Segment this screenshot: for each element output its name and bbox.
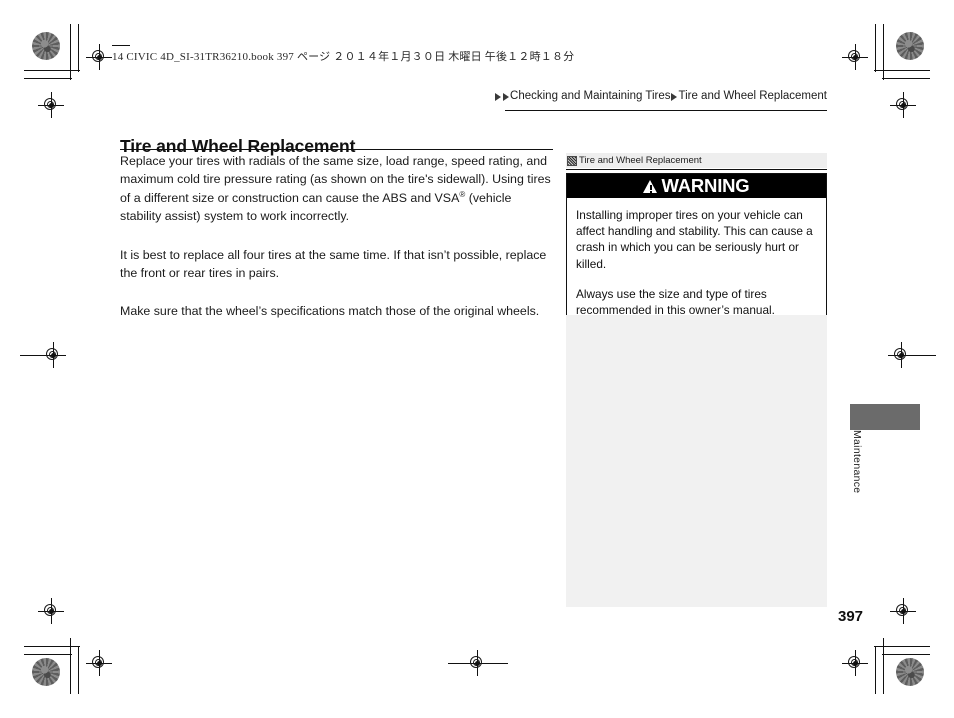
registration-target-right-mid xyxy=(888,342,914,368)
crop-line-tl-v1 xyxy=(70,24,71,80)
print-header-rule xyxy=(112,45,130,46)
crop-line-tl-h2 xyxy=(24,78,72,79)
crop-line-bl-h1 xyxy=(24,646,80,647)
body-paragraph-3: Make sure that the wheel’s specification… xyxy=(120,304,540,319)
sidebar-section-rule xyxy=(566,169,827,170)
crop-line-bl-v1 xyxy=(70,638,71,694)
registration-target-bottom-center xyxy=(464,650,490,676)
crop-line-tr-h1 xyxy=(874,70,930,71)
halftone-dot-top-left xyxy=(32,32,60,60)
crop-line-tr-v2 xyxy=(875,24,876,72)
breadcrumb-rule xyxy=(505,110,827,111)
warning-paragraph-1: Installing improper tires on your vehicl… xyxy=(576,208,813,271)
triangle-right-icon xyxy=(495,92,502,101)
crop-line-tl-v2 xyxy=(78,24,79,72)
body-paragraph-1: Replace your tires with radials of the s… xyxy=(120,152,552,226)
warning-banner: WARNING xyxy=(567,174,826,198)
warning-title: WARNING xyxy=(661,174,750,196)
registration-target-bottom-left xyxy=(86,650,112,676)
registration-target-right-upper xyxy=(890,92,916,118)
body-column: Replace your tires with radials of the s… xyxy=(120,152,552,321)
crop-line-bc-left xyxy=(448,663,468,664)
sidebar-filler-panel xyxy=(566,315,827,607)
page-title-rule xyxy=(120,149,553,150)
crop-line-bc-right xyxy=(488,663,508,664)
registration-target-left-mid xyxy=(40,342,66,368)
halftone-dot-bottom-right xyxy=(896,658,924,686)
body-paragraph-2: It is best to replace all four tires at … xyxy=(120,247,547,281)
section-edge-tab xyxy=(850,404,920,430)
crop-line-left-mid xyxy=(20,355,44,356)
halftone-dot-top-right xyxy=(896,32,924,60)
breadcrumb-item-current[interactable]: Tire and Wheel Replacement xyxy=(678,90,827,102)
crop-line-tl-h1 xyxy=(24,70,80,71)
registration-target-left-lower xyxy=(38,598,64,624)
triangle-right-icon xyxy=(503,92,510,101)
crop-line-tr-v1 xyxy=(883,24,884,80)
crop-line-br-h1 xyxy=(874,646,930,647)
registration-target-left-upper xyxy=(38,92,64,118)
triangle-right-icon xyxy=(671,92,678,101)
crop-line-right-mid xyxy=(912,355,936,356)
warning-body: Installing improper tires on your vehicl… xyxy=(567,198,826,330)
warning-triangle-icon xyxy=(643,179,658,193)
warning-paragraph-2: Always use the size and type of tires re… xyxy=(576,286,775,318)
page-number: 397 xyxy=(838,608,864,625)
crop-line-bl-v2 xyxy=(78,646,79,694)
registration-target-top-right xyxy=(842,44,868,70)
registration-target-top-left xyxy=(86,44,112,70)
sidebar-section-label: Tire and Wheel Replacement xyxy=(579,154,702,166)
section-edge-tab-label: Maintenance xyxy=(851,430,863,494)
print-header: 14 CIVIC 4D_SI-31TR36210.book 397 ページ ２０… xyxy=(112,45,575,64)
breadcrumb: Checking and Maintaining Tires Tire and … xyxy=(494,90,827,102)
manual-page: 14 CIVIC 4D_SI-31TR36210.book 397 ページ ２０… xyxy=(0,0,954,718)
crop-line-br-h2 xyxy=(882,654,930,655)
crop-line-tr-h2 xyxy=(882,78,930,79)
crop-line-br-v2 xyxy=(875,646,876,694)
sidebar-section-header: Tire and Wheel Replacement xyxy=(566,153,827,168)
breadcrumb-item-parent[interactable]: Checking and Maintaining Tires xyxy=(510,90,670,102)
print-header-text: 14 CIVIC 4D_SI-31TR36210.book 397 ページ ２０… xyxy=(112,51,575,63)
hatched-square-icon xyxy=(567,155,577,166)
crop-line-br-v1 xyxy=(883,638,884,694)
halftone-dot-bottom-left xyxy=(32,658,60,686)
crop-line-bl-h2 xyxy=(24,654,72,655)
registration-target-right-lower xyxy=(890,598,916,624)
warning-box: WARNING Installing improper tires on you… xyxy=(566,173,827,332)
registration-target-bottom-right xyxy=(842,650,868,676)
